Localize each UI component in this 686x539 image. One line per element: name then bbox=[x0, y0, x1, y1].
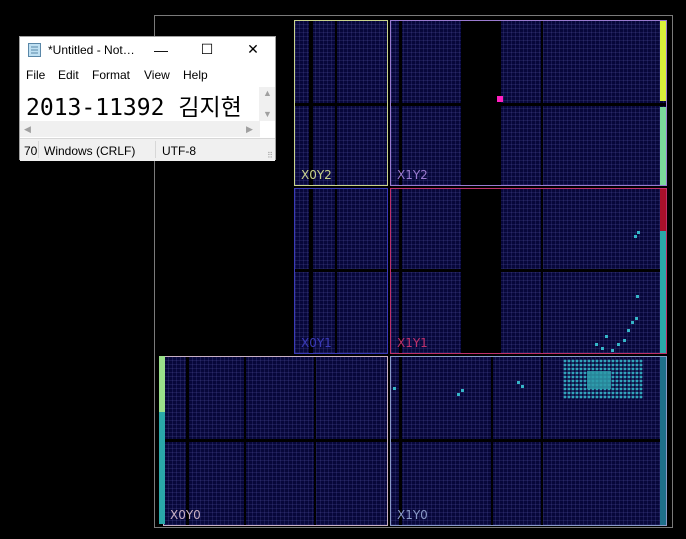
minimize-button[interactable]: — bbox=[138, 37, 184, 62]
region-label: X1Y1 bbox=[397, 336, 428, 350]
region-label: X0Y0 bbox=[170, 508, 201, 522]
menu-file[interactable]: File bbox=[26, 68, 45, 82]
edge-red bbox=[660, 189, 666, 231]
editor-text: 2013-11392 김지현 bbox=[26, 95, 242, 121]
edge-yellow bbox=[660, 21, 666, 101]
region-label: X1Y0 bbox=[397, 508, 428, 522]
window-title: *Untitled - Not… bbox=[48, 43, 135, 57]
menu-edit[interactable]: Edit bbox=[58, 68, 79, 82]
clock-region-x0y0[interactable]: X0Y0 bbox=[163, 356, 388, 526]
region-label: X0Y2 bbox=[301, 168, 332, 182]
edge-teal bbox=[660, 231, 666, 353]
status-line-ending: Windows (CRLF) bbox=[44, 144, 136, 158]
selected-cell[interactable] bbox=[497, 96, 503, 102]
maximize-button[interactable]: ☐ bbox=[184, 37, 230, 62]
minimize-icon: — bbox=[154, 41, 168, 58]
placed-cells-core bbox=[587, 371, 611, 389]
clock-region-x1y2[interactable]: X1Y2 bbox=[390, 20, 667, 186]
clock-region-x0y2[interactable]: X0Y2 bbox=[294, 20, 388, 186]
notepad-window[interactable]: *Untitled - Not… — ☐ ✕ File Edit Format … bbox=[19, 36, 276, 161]
clock-region-x0y1[interactable]: X0Y1 bbox=[294, 188, 388, 354]
menu-format[interactable]: Format bbox=[92, 68, 130, 82]
menu-help[interactable]: Help bbox=[183, 68, 208, 82]
resize-grip-icon[interactable]: ⠿ bbox=[267, 151, 273, 160]
notepad-icon bbox=[28, 43, 41, 57]
edge-green-left bbox=[159, 356, 165, 412]
menu-bar: File Edit Format View Help bbox=[20, 65, 275, 85]
edge-teal-right bbox=[660, 357, 666, 525]
clock-region-x1y0[interactable]: X1Y0 bbox=[390, 356, 667, 526]
scroll-left-icon[interactable]: ◀ bbox=[24, 124, 31, 135]
maximize-icon: ☐ bbox=[200, 41, 214, 57]
region-label: X1Y2 bbox=[397, 168, 428, 182]
status-encoding: UTF-8 bbox=[162, 144, 196, 158]
horizontal-scrollbar[interactable]: ◀ ▶ bbox=[20, 121, 260, 137]
scroll-up-icon[interactable]: ▲ bbox=[263, 88, 272, 98]
close-button[interactable]: ✕ bbox=[230, 37, 276, 62]
clock-region-x1y1[interactable]: X1Y1 bbox=[390, 188, 667, 354]
scroll-right-icon[interactable]: ▶ bbox=[246, 124, 253, 135]
vertical-scrollbar[interactable]: ▲ ▼ bbox=[259, 87, 275, 121]
edge-green bbox=[660, 107, 666, 185]
scroll-down-icon[interactable]: ▼ bbox=[263, 109, 272, 119]
status-position: 70 bbox=[24, 144, 38, 158]
close-icon: ✕ bbox=[247, 41, 259, 57]
title-bar[interactable]: *Untitled - Not… — ☐ ✕ bbox=[20, 37, 275, 62]
status-bar: 70 Windows (CRLF) UTF-8 ⠿ bbox=[20, 138, 275, 161]
text-editor[interactable]: 2013-11392 김지현 bbox=[20, 87, 264, 121]
edge-teal-left bbox=[159, 412, 165, 524]
region-label: X0Y1 bbox=[301, 336, 332, 350]
menu-view[interactable]: View bbox=[144, 68, 170, 82]
